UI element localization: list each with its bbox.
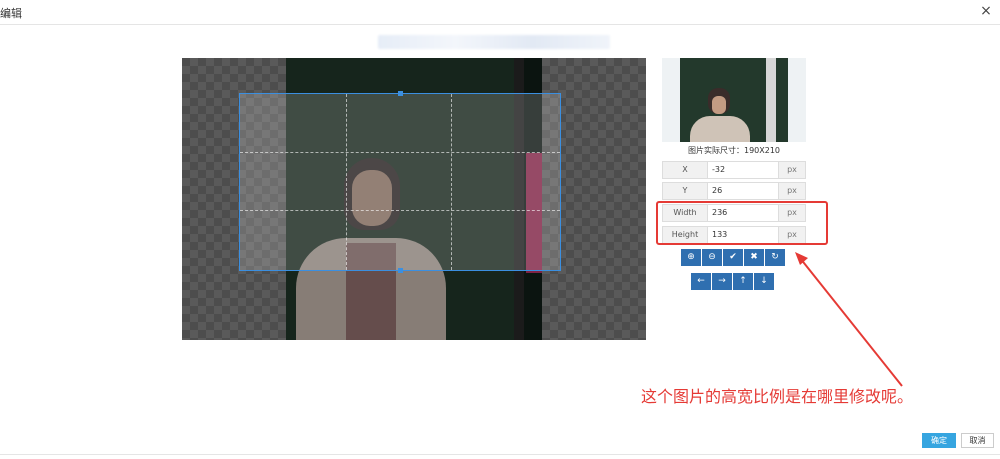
crop-guide-v2 <box>451 94 453 270</box>
crop-selection[interactable] <box>239 91 561 273</box>
preview-person-face <box>712 96 726 114</box>
image-size-text: 图片实际尺寸：190X210 <box>687 146 781 155</box>
zoom-in-icon[interactable]: ⊕ <box>681 249 701 266</box>
arrow-down-icon[interactable]: ↓ <box>754 273 774 290</box>
dialog-titlebar: 编辑 × <box>0 0 1000 25</box>
check-icon[interactable]: ✔ <box>723 249 743 266</box>
crop-guide-h1 <box>240 152 560 154</box>
y-label: Y <box>663 183 708 199</box>
annotation-question: 这个图片的高宽比例是在哪里修改呢。 <box>641 387 914 406</box>
crop-handle-top[interactable] <box>398 91 403 96</box>
arrow-up-icon[interactable]: ↑ <box>733 273 753 290</box>
toolbar-row-1: ⊕ ⊖ ✔ ✖ ↻ <box>681 249 785 266</box>
y-unit: px <box>778 183 805 199</box>
x-field: X -32 px <box>662 161 806 179</box>
crop-guide-v1 <box>345 94 347 270</box>
zoom-out-icon[interactable]: ⊖ <box>702 249 722 266</box>
crop-handle-bottom[interactable] <box>398 268 403 273</box>
annotation-highlight-box <box>656 201 828 245</box>
image-crop-editor[interactable] <box>182 58 646 340</box>
y-field: Y 26 px <box>662 182 806 200</box>
confirm-button[interactable]: 确定 <box>922 433 956 448</box>
refresh-icon[interactable]: ↻ <box>765 249 785 266</box>
y-input[interactable]: 26 <box>708 183 778 199</box>
x-unit: px <box>778 162 805 178</box>
cancel-button[interactable]: 取消 <box>961 433 994 448</box>
arrow-right-icon[interactable]: → <box>712 273 732 290</box>
footer-divider <box>0 454 1000 455</box>
x-label: X <box>663 162 708 178</box>
annotation-arrow-line <box>799 257 903 387</box>
dialog-title: 编辑 <box>0 7 22 20</box>
x-input[interactable]: -32 <box>708 162 778 178</box>
blurred-heading <box>378 35 610 49</box>
arrow-left-icon[interactable]: ← <box>691 273 711 290</box>
crop-preview <box>662 58 806 142</box>
cross-icon[interactable]: ✖ <box>744 249 764 266</box>
toolbar-row-2: ← → ↑ ↓ <box>691 273 774 290</box>
crop-guide-h2 <box>240 210 560 212</box>
close-icon[interactable]: × <box>978 3 994 19</box>
preview-person-body <box>690 116 750 142</box>
annotation-arrow-head <box>795 252 808 265</box>
preview-rail <box>766 58 776 142</box>
